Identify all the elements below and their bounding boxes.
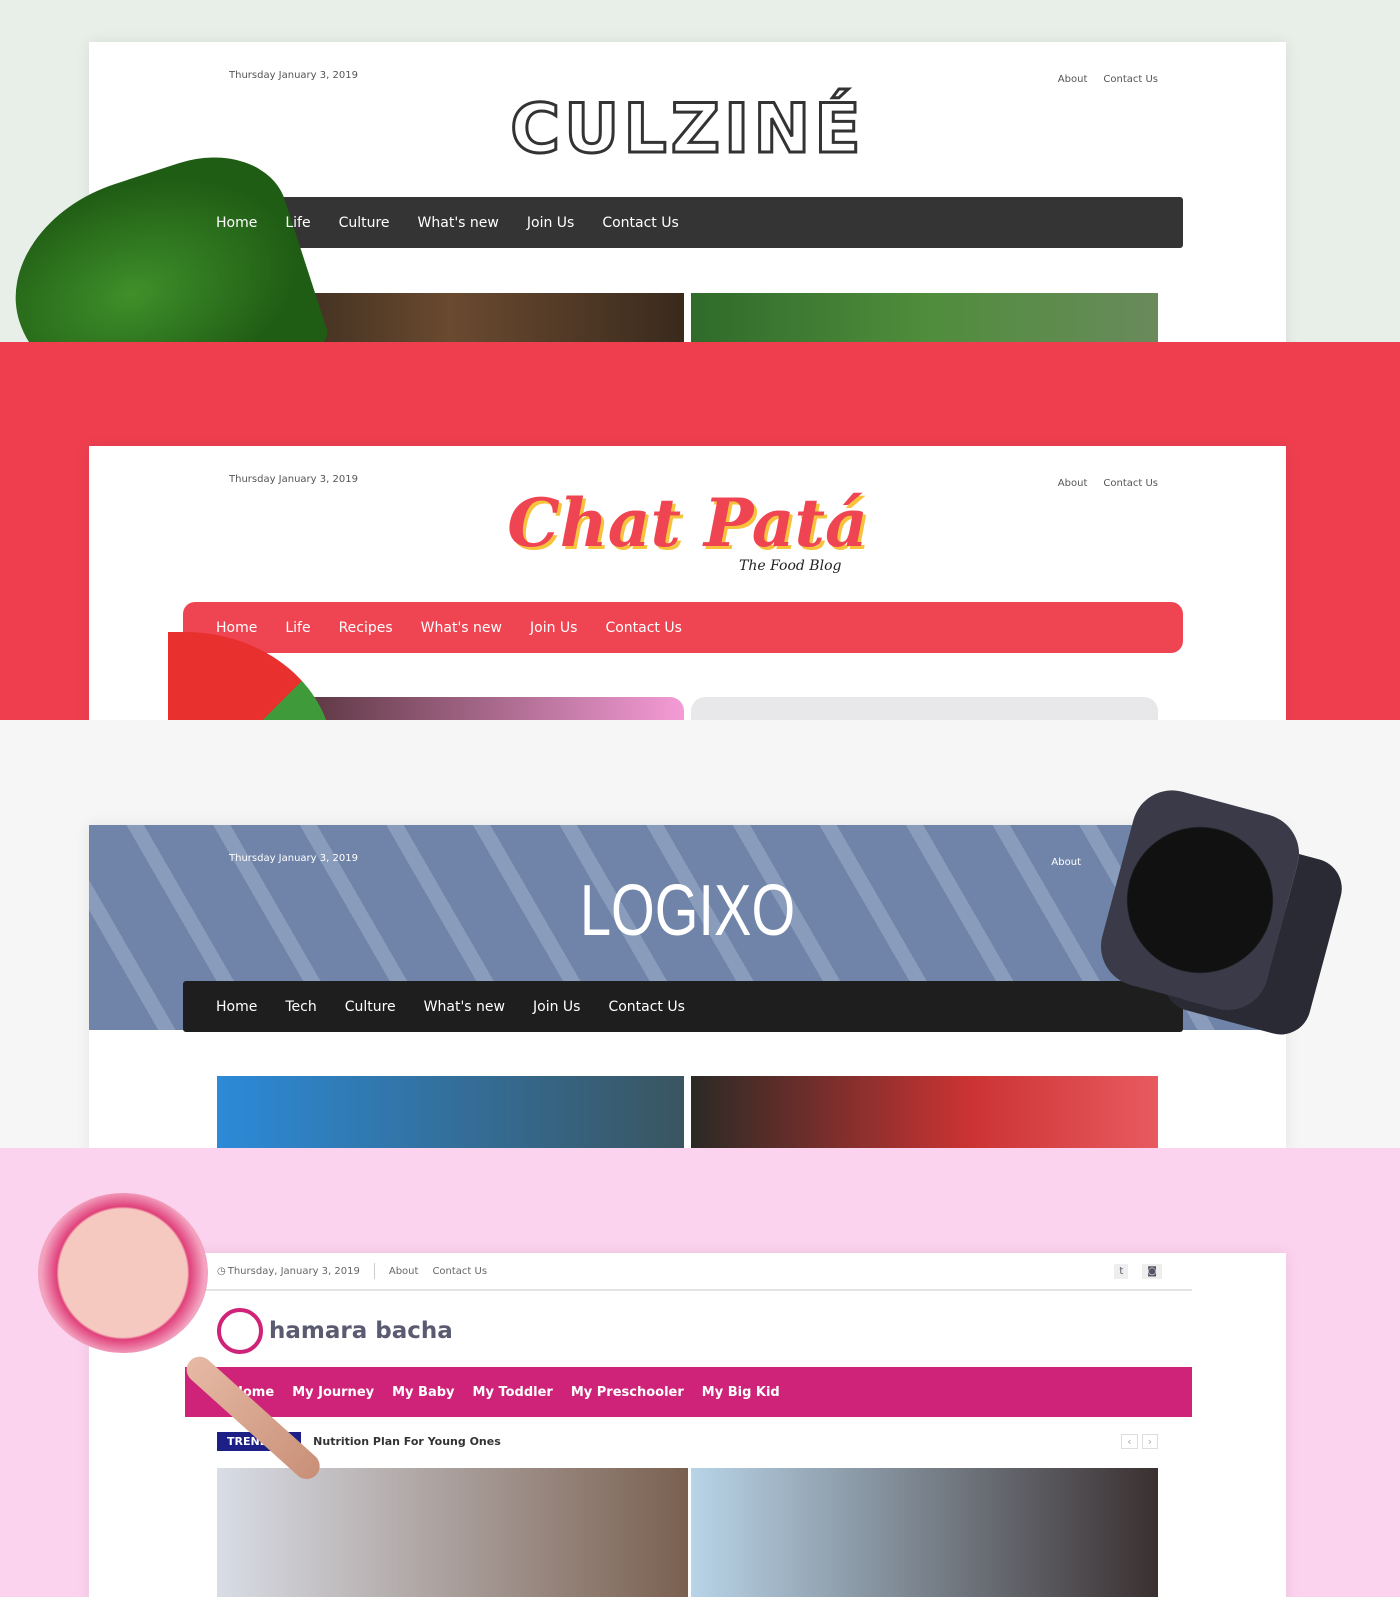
main-nav: Home Life Culture What's new Join Us Con… (183, 197, 1183, 248)
nav-my-journey[interactable]: My Journey (292, 1385, 374, 1400)
logixo-page: Thursday January 3, 2019 About LOGIXO Ho… (89, 825, 1286, 1148)
nav-my-baby[interactable]: My Baby (392, 1385, 454, 1400)
about-link[interactable]: About (1051, 857, 1081, 868)
nav-join-us[interactable]: Join Us (527, 215, 574, 231)
site-tagline: The Food Blog (739, 558, 842, 574)
logo-mark-icon (217, 1308, 263, 1354)
main-nav: Home My Journey My Baby My Toddler My Pr… (185, 1367, 1192, 1417)
prev-arrow-icon[interactable]: ‹ (1121, 1433, 1138, 1449)
nav-whats-new[interactable]: What's new (418, 215, 499, 231)
trending-bar: TRENDING Nutrition Plan For Young Ones ‹… (217, 1431, 1158, 1451)
instagram-icon[interactable]: ◙ (1142, 1263, 1162, 1279)
header-date: Thursday January 3, 2019 (229, 853, 358, 864)
contact-link[interactable]: Contact Us (1103, 74, 1158, 85)
nav-my-toddler[interactable]: My Toddler (473, 1385, 553, 1400)
nav-whats-new[interactable]: What's new (424, 999, 505, 1015)
site-logo[interactable]: CULZINÉ (89, 89, 1286, 171)
nav-home[interactable]: Home (216, 215, 257, 231)
header-date: Thursday, January 3, 2019 (227, 1265, 360, 1277)
site-logo[interactable]: LOGIXO (221, 870, 1155, 952)
top-bar: ◷ Thursday, January 3, 2019 About Contac… (185, 1253, 1192, 1291)
hamara-showcase: ◷ Thursday, January 3, 2019 About Contac… (0, 1148, 1400, 1597)
site-logo[interactable]: Chat Patá (89, 484, 1286, 562)
nav-join-us[interactable]: Join Us (530, 620, 577, 636)
nav-recipes[interactable]: Recipes (339, 620, 393, 636)
main-nav: Home Life Recipes What's new Join Us Con… (183, 602, 1183, 653)
nav-life[interactable]: Life (285, 215, 310, 231)
clock-icon: ◷ (217, 1265, 226, 1277)
next-arrow-icon[interactable]: › (1141, 1433, 1158, 1449)
nav-contact-us[interactable]: Contact Us (602, 215, 678, 231)
chatpata-showcase: Thursday January 3, 2019 About Contact U… (0, 342, 1400, 720)
twitter-icon[interactable]: t (1114, 1263, 1129, 1279)
about-link[interactable]: About (1058, 74, 1088, 85)
article-image[interactable] (691, 293, 1158, 342)
nav-life[interactable]: Life (285, 620, 310, 636)
about-link[interactable]: About (389, 1266, 419, 1277)
logo-text: hamara bacha (269, 1318, 453, 1344)
article-image[interactable] (691, 1468, 1158, 1597)
main-nav: Home Tech Culture What's new Join Us Con… (183, 981, 1183, 1032)
site-logo[interactable]: hamara bacha (217, 1308, 453, 1354)
article-image[interactable] (691, 697, 1158, 720)
article-image[interactable] (691, 1076, 1158, 1148)
article-image[interactable] (217, 1076, 684, 1148)
culzine-showcase: Thursday January 3, 2019 About Contact U… (0, 0, 1400, 342)
contact-link[interactable]: Contact Us (432, 1266, 487, 1277)
nav-home[interactable]: Home (216, 620, 257, 636)
nav-culture[interactable]: Culture (345, 999, 396, 1015)
rattle-drum-decoration (38, 1193, 208, 1353)
nav-my-big-kid[interactable]: My Big Kid (702, 1385, 780, 1400)
nav-contact-us[interactable]: Contact Us (605, 620, 681, 636)
nav-contact-us[interactable]: Contact Us (608, 999, 684, 1015)
trending-headline[interactable]: Nutrition Plan For Young Ones (313, 1435, 501, 1448)
nav-my-preschooler[interactable]: My Preschooler (571, 1385, 684, 1400)
nav-join-us[interactable]: Join Us (533, 999, 580, 1015)
article-image[interactable] (217, 1468, 688, 1597)
nav-home[interactable]: Home (216, 999, 257, 1015)
header-date: Thursday January 3, 2019 (229, 70, 358, 81)
nav-culture[interactable]: Culture (339, 215, 390, 231)
logixo-showcase: Thursday January 3, 2019 About LOGIXO Ho… (0, 720, 1400, 1148)
divider (373, 1263, 375, 1279)
nav-whats-new[interactable]: What's new (421, 620, 502, 636)
nav-tech[interactable]: Tech (285, 999, 316, 1015)
